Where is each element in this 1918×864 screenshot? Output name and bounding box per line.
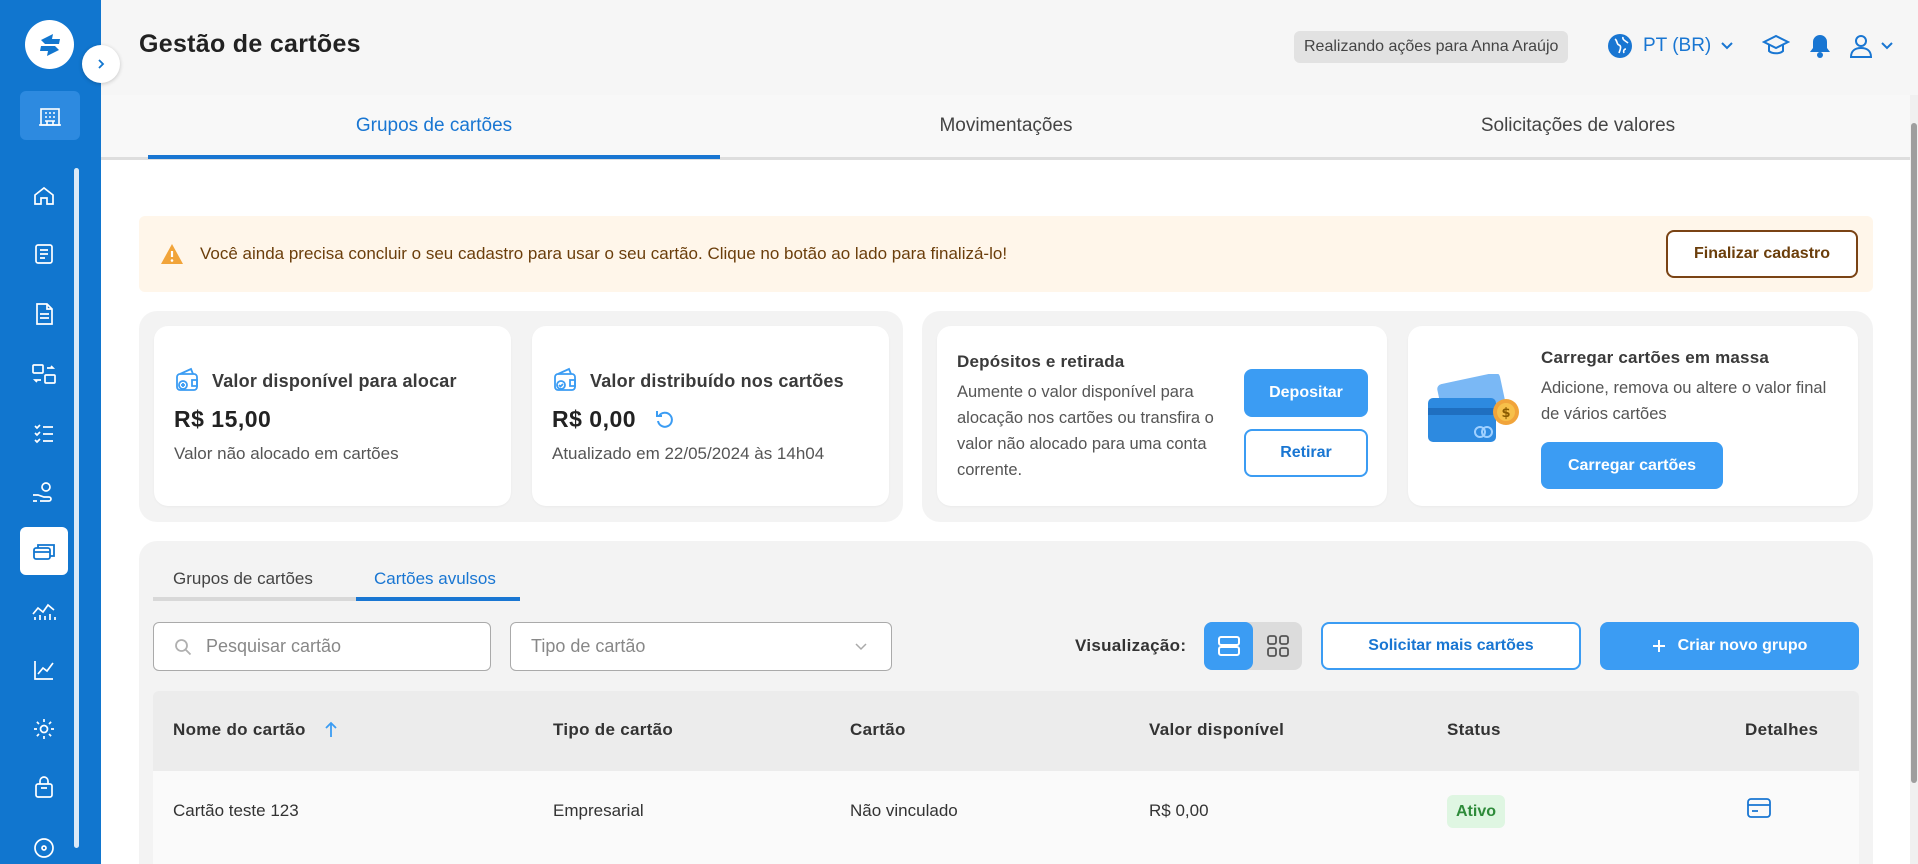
transfer-icon[interactable]: [20, 350, 68, 398]
card-type-select[interactable]: Tipo de cartão: [510, 622, 892, 671]
deposits-title: Depósitos e retirada: [957, 352, 1125, 371]
deposits-card: Depósitos e retirada Aumente o valor dis…: [937, 326, 1387, 506]
distributed-value-updated: Atualizado em 22/05/2024 às 14h04: [552, 444, 825, 463]
column-detalhes: Detalhes: [1745, 720, 1819, 739]
cards-coin-icon: $: [1426, 374, 1526, 458]
finalize-registration-button[interactable]: Finalizar cadastro: [1666, 230, 1858, 278]
analytics-icon[interactable]: [20, 586, 68, 634]
request-more-cards-button[interactable]: Solicitar mais cartões: [1321, 622, 1581, 670]
user-icon: [1849, 33, 1873, 59]
bulk-load-description: Adicione, remova ou altere o valor final…: [1541, 379, 1827, 423]
card-type-placeholder: Tipo de cartão: [531, 636, 646, 656]
acting-as-badge: Realizando ações para Anna Araújo: [1294, 31, 1569, 63]
chevron-down-icon: [1721, 42, 1733, 50]
available-value-amount: R$ 15,00: [174, 406, 272, 432]
chart-icon[interactable]: [20, 646, 68, 694]
search-placeholder: Pesquisar cartão: [206, 636, 342, 656]
hand-money-icon[interactable]: [20, 468, 68, 516]
deposit-button[interactable]: Depositar: [1244, 369, 1368, 417]
graduation-cap-icon[interactable]: [1762, 33, 1790, 59]
withdraw-button[interactable]: Retirar: [1244, 429, 1368, 477]
wallet-add-icon: [174, 366, 202, 394]
plus-icon: [1652, 639, 1666, 653]
subtab-cartoes-avulsos[interactable]: Cartões avulsos: [374, 569, 496, 589]
column-status: Status: [1447, 720, 1501, 739]
globe-icon: [1607, 33, 1633, 59]
list-icon[interactable]: [20, 408, 68, 456]
create-group-button[interactable]: Criar novo grupo: [1600, 622, 1859, 670]
language-selector[interactable]: PT (BR): [1607, 33, 1733, 59]
chevron-right-icon[interactable]: [82, 45, 120, 83]
help-icon[interactable]: [20, 824, 68, 864]
create-group-label: Criar novo grupo: [1677, 637, 1808, 654]
distributed-value-title: Valor distribuído nos cartões: [590, 371, 844, 391]
table-row[interactable]: Cartão teste 123 Empresarial Não vincula…: [153, 771, 1859, 864]
page-title: Gestão de cartões: [139, 30, 361, 58]
bulk-load-title: Carregar cartões em massa: [1541, 348, 1770, 367]
user-menu[interactable]: [1849, 33, 1893, 59]
column-tipo-de-cartao: Tipo de cartão: [553, 720, 674, 739]
status-badge: Ativo: [1447, 795, 1505, 828]
chevron-down-icon: [1881, 42, 1893, 50]
bulk-load-button[interactable]: Carregar cartões: [1541, 442, 1723, 489]
chevron-down-icon: [855, 643, 867, 651]
home-icon[interactable]: [20, 172, 68, 220]
active-tab-indicator: [148, 155, 720, 159]
tab-movimentacoes[interactable]: Movimentações: [720, 95, 1292, 157]
cell-card-type: Empresarial: [553, 801, 644, 820]
distributed-value-card: Valor distribuído nos cartões R$ 0,00 At…: [532, 326, 889, 506]
subtab-grupos-de-cartoes[interactable]: Grupos de cartões: [173, 569, 313, 589]
alert-message: Você ainda precisa concluir o seu cadast…: [200, 244, 1008, 263]
svg-text:$: $: [1501, 406, 1510, 421]
page-scrollbar[interactable]: [1910, 95, 1918, 864]
cards-icon[interactable]: [20, 527, 68, 575]
cell-available-value: R$ 0,00: [1149, 801, 1209, 820]
available-value-card: Valor disponível para alocar R$ 15,00 Va…: [154, 326, 511, 506]
warning-icon: [160, 243, 184, 265]
grid-view-icon[interactable]: [1253, 622, 1302, 670]
building-icon[interactable]: [20, 91, 80, 140]
search-icon: [174, 638, 192, 656]
column-cartao: Cartão: [850, 720, 906, 739]
cell-card-name: Cartão teste 123: [173, 801, 299, 820]
settings-icon[interactable]: [20, 705, 68, 753]
store-icon[interactable]: [20, 764, 68, 812]
visualization-toggle: [1204, 622, 1302, 670]
sidebar: [0, 0, 101, 864]
subtab-track: [153, 597, 356, 601]
wallet-check-icon: [552, 366, 580, 394]
main-tabs: Grupos de cartões Movimentações Solicita…: [101, 95, 1910, 160]
registration-alert: Você ainda precisa concluir o seu cadast…: [139, 216, 1873, 292]
sidebar-scrollbar[interactable]: [74, 168, 79, 848]
available-value-title: Valor disponível para alocar: [212, 371, 457, 391]
tab-grupos-de-cartoes[interactable]: Grupos de cartões: [148, 95, 720, 157]
list-view-icon[interactable]: [1204, 622, 1253, 670]
column-valor-disponivel: Valor disponível: [1149, 720, 1285, 739]
bulk-load-card: $ Carregar cartões em massa Adicione, re…: [1408, 326, 1858, 506]
receipt-icon[interactable]: [20, 230, 68, 278]
search-input[interactable]: Pesquisar cartão: [153, 622, 491, 671]
language-label: PT (BR): [1643, 35, 1712, 56]
deposits-description: Aumente o valor disponível para alocação…: [957, 383, 1214, 479]
available-value-subtitle: Valor não alocado em cartões: [174, 444, 399, 463]
tab-solicitacoes-de-valores[interactable]: Solicitações de valores: [1292, 95, 1864, 157]
column-nome-do-cartao[interactable]: Nome do cartão: [173, 720, 306, 740]
page-scrollbar-thumb[interactable]: [1911, 123, 1917, 783]
bell-icon[interactable]: [1809, 33, 1831, 59]
card-details-icon[interactable]: [1746, 797, 1772, 819]
table-header: Nome do cartão Tipo de cartão Cartão Val…: [153, 691, 1859, 771]
cell-card: Não vinculado: [850, 801, 958, 820]
app-logo-icon[interactable]: [25, 20, 74, 69]
subtab-active-indicator: [356, 597, 520, 601]
document-icon[interactable]: [20, 290, 68, 338]
refresh-icon[interactable]: [654, 408, 676, 430]
sort-arrow-up-icon[interactable]: [324, 721, 338, 739]
distributed-value-amount: R$ 0,00: [552, 406, 637, 432]
visualization-label: Visualização:: [1075, 636, 1187, 655]
